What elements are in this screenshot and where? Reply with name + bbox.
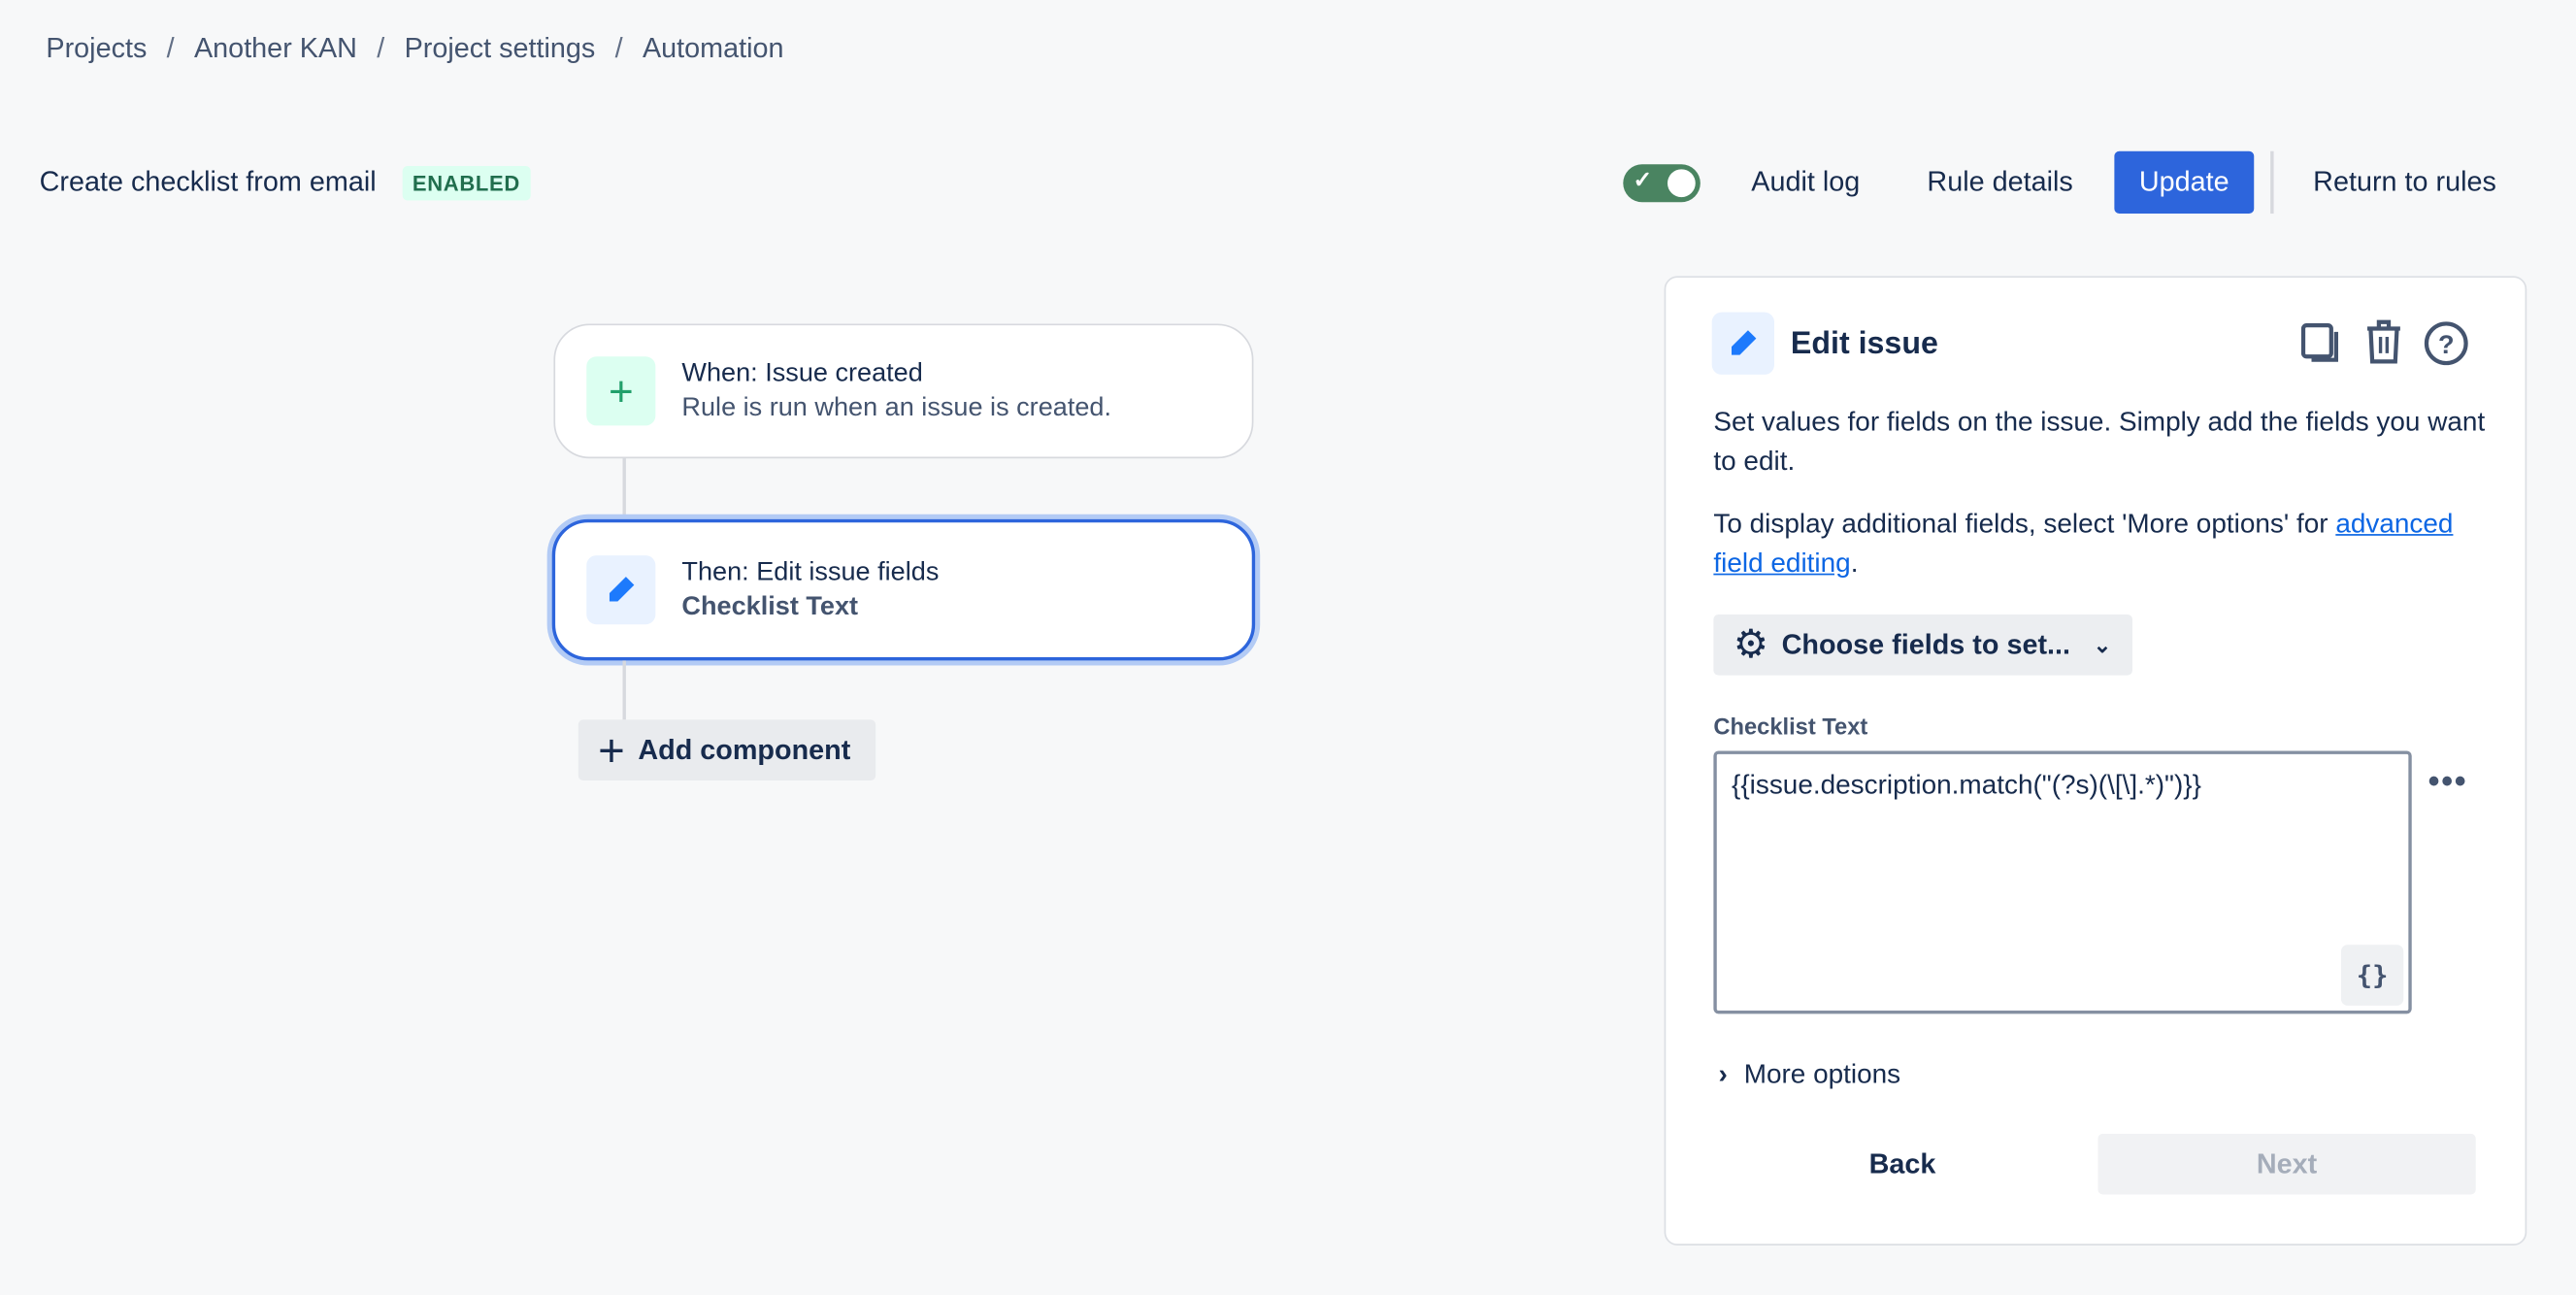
plus-icon: + <box>598 723 625 776</box>
breadcrumb-projects[interactable]: Projects <box>46 33 147 66</box>
audit-log-button[interactable]: Audit log <box>1751 151 1860 214</box>
add-component-button[interactable]: + Add component <box>578 719 876 780</box>
panel-description: Set values for fields on the issue. Simp… <box>1713 407 2486 477</box>
pencil-icon <box>586 555 656 625</box>
breadcrumb-separator: / <box>377 32 385 65</box>
pencil-icon <box>1711 312 1775 375</box>
gear-icon: ⚙ <box>1733 622 1769 668</box>
connector <box>622 456 626 519</box>
svg-text:?: ? <box>2438 329 2455 359</box>
field-value: {{issue.description.match("(?s)(\[\].*)"… <box>1732 770 2201 801</box>
choose-fields-label: Choose fields to set... <box>1781 628 2071 660</box>
divider <box>2270 150 2274 215</box>
trash-icon[interactable] <box>2364 318 2404 364</box>
next-button[interactable]: Next <box>2097 1133 2476 1195</box>
check-icon: ✓ <box>1633 165 1653 193</box>
rule-details-button[interactable]: Rule details <box>1927 151 2072 214</box>
trigger-card[interactable]: + When: Issue created Rule is run when a… <box>553 323 1254 459</box>
more-options-label: More options <box>1743 1059 1901 1090</box>
plus-icon: + <box>586 356 656 426</box>
breadcrumb-project[interactable]: Another KAN <box>194 33 357 66</box>
trigger-subtitle: Rule is run when an issue is created. <box>681 394 1111 422</box>
action-card[interactable]: Then: Edit issue fields Checklist Text <box>551 518 1256 661</box>
status-badge: ENABLED <box>402 165 531 201</box>
breadcrumb-separator: / <box>614 32 623 65</box>
rule-enabled-toggle[interactable]: ✓ <box>1623 164 1701 203</box>
breadcrumb-separator: / <box>166 32 175 65</box>
more-options-toggle[interactable]: › More options <box>1718 1060 1900 1091</box>
edit-issue-panel: Edit issue ? Set values for fields on th… <box>1664 276 2527 1245</box>
trigger-title: When: Issue created <box>681 359 923 388</box>
return-to-rules-button[interactable]: Return to rules <box>2313 151 2496 214</box>
panel-title: Edit issue <box>1790 326 1938 362</box>
rule-name: Create checklist from email <box>39 165 377 198</box>
breadcrumb: Projects / Another KAN / Project settings /… <box>46 33 783 66</box>
connector <box>622 660 626 720</box>
breadcrumb-automation[interactable]: Automation <box>643 33 784 66</box>
back-button[interactable]: Back <box>1713 1134 2091 1195</box>
chevron-down-icon: ⌄ <box>2093 631 2112 657</box>
chevron-right-icon: › <box>1718 1059 1728 1090</box>
checklist-text-input[interactable]: {{issue.description.match("(?s)(\[\].*)"… <box>1713 750 2412 1014</box>
action-subtitle: Checklist Text <box>681 593 859 621</box>
field-label: Checklist Text <box>1713 713 1868 740</box>
copy-icon[interactable] <box>2300 322 2343 365</box>
help-icon[interactable]: ? <box>2424 320 2469 366</box>
breadcrumb-project-settings[interactable]: Project settings <box>405 33 596 66</box>
more-actions-icon[interactable]: ••• <box>2428 764 2468 802</box>
choose-fields-dropdown[interactable]: ⚙ Choose fields to set... ⌄ <box>1713 614 2132 676</box>
panel-description-advanced: To display additional fields, select 'Mo… <box>1713 509 2454 579</box>
add-component-label: Add component <box>638 733 851 765</box>
smart-value-button[interactable]: {} <box>2340 945 2404 1006</box>
action-title: Then: Edit issue fields <box>681 558 940 587</box>
update-button[interactable]: Update <box>2114 150 2255 215</box>
